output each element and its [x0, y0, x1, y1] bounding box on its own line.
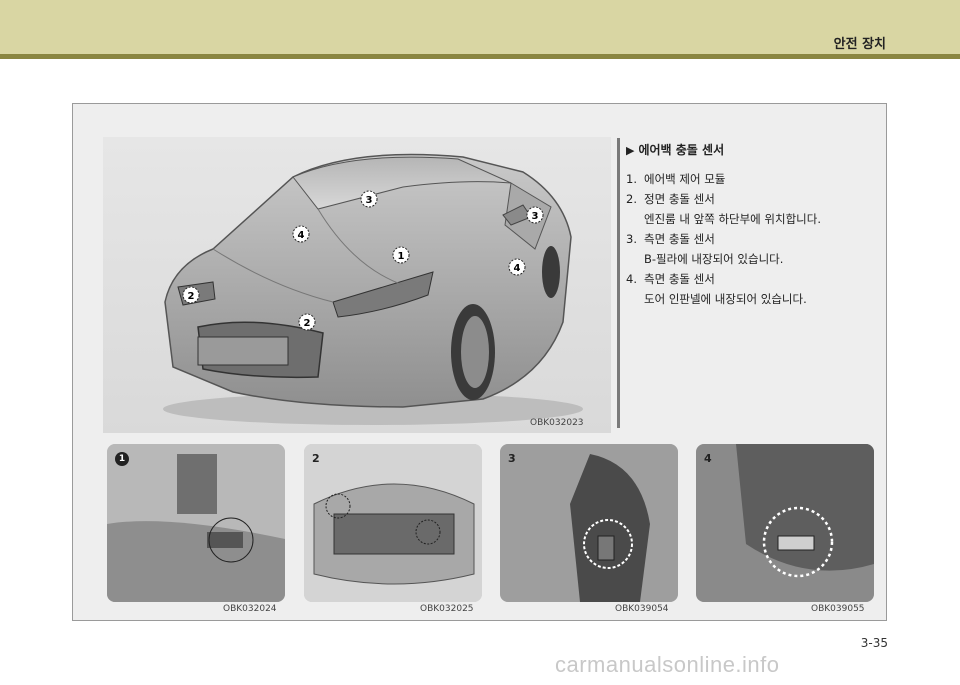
legend-title-text: 에어백 충돌 센서 — [638, 143, 725, 157]
thumbnail-number: 1 — [115, 452, 129, 466]
door-panel-drawing — [696, 444, 874, 602]
legend-item-number: 3. — [626, 232, 637, 246]
callout-4-door-label: 4 — [514, 263, 521, 274]
callout-2-center-label: 2 — [304, 318, 311, 329]
car-drawing: 3 4 1 3 4 2 2 — [163, 153, 583, 425]
legend-item-text: 측면 충돌 센서 — [644, 272, 715, 286]
thumbnail-front-sensor: 2 — [304, 444, 482, 602]
legend-item-text: 에어백 제어 모듈 — [644, 172, 726, 186]
thumbnail-code: OBK039055 — [811, 604, 865, 614]
callout-2-left-label: 2 — [188, 291, 195, 302]
thumbnail-code: OBK032025 — [420, 604, 474, 614]
legend-item-number: 4. — [626, 272, 637, 286]
thumbnail-number: 3 — [508, 452, 516, 465]
callout-4-door: 4 — [508, 258, 526, 276]
legend-item-detail: 도어 인판넬에 내장되어 있습니다. — [644, 292, 807, 306]
callout-3-top-label: 3 — [366, 195, 373, 206]
callout-3-top: 3 — [360, 190, 378, 208]
watermark: carmanualsonline.info — [555, 652, 780, 677]
figure-frame: 3 4 1 3 4 2 2 OBK032023 ▶ 에어백 충돌 센서 1. 에어백… — [72, 103, 887, 621]
legend: ▶ 에어백 충돌 센서 1. 에어백 제어 모듈 2. 정면 충돌 센서 엔진룸 내 … — [626, 140, 876, 309]
b-pillar-drawing — [500, 444, 678, 602]
legend-item: 4. 측면 충돌 센서 — [626, 269, 876, 289]
triangle-icon: ▶ — [626, 144, 635, 157]
callout-1: 1 — [392, 246, 410, 264]
legend-item-detail: B-필라에 내장되어 있습니다. — [644, 252, 784, 266]
header-divider — [0, 54, 960, 59]
legend-item: 3. 측면 충돌 센서 — [626, 229, 876, 249]
thumbnail-airbag-module: 1 — [107, 444, 285, 602]
callout-2-left: 2 — [182, 286, 200, 304]
car-illustration: 3 4 1 3 4 2 2 — [103, 137, 611, 433]
front-bumper-drawing — [304, 444, 482, 602]
console-drawing — [107, 444, 285, 602]
legend-item-text: 측면 충돌 센서 — [644, 232, 715, 246]
legend-divider — [617, 138, 620, 428]
section-title: 안전 장치 — [833, 37, 886, 52]
callout-4-hood: 4 — [292, 225, 310, 243]
thumbnail-code: OBK039054 — [615, 604, 669, 614]
thumbnail-b-pillar-sensor: 3 — [500, 444, 678, 602]
thumbnail-number: 2 — [312, 452, 320, 465]
callout-1-label: 1 — [398, 251, 405, 262]
thumbnail-number: 4 — [704, 452, 712, 465]
header-bar — [0, 0, 960, 54]
main-image-code: OBK032023 — [530, 418, 584, 428]
legend-item-number: 2. — [626, 192, 637, 206]
callout-4-hood-label: 4 — [298, 230, 305, 241]
callout-3-pillar: 3 — [526, 206, 544, 224]
legend-item-number: 1. — [626, 172, 637, 186]
legend-item-text: 정면 충돌 센서 — [644, 192, 715, 206]
legend-title: ▶ 에어백 충돌 센서 — [626, 140, 876, 161]
callout-3-pillar-label: 3 — [532, 211, 539, 222]
thumbnail-door-sensor: 4 — [696, 444, 874, 602]
legend-item: 2. 정면 충돌 센서 — [626, 189, 876, 209]
thumbnail-code: OBK032024 — [223, 604, 277, 614]
callout-2-center: 2 — [298, 313, 316, 331]
legend-item: 1. 에어백 제어 모듈 — [626, 169, 876, 189]
page-number: 3-35 — [860, 636, 888, 650]
legend-item-detail: 엔진룸 내 앞쪽 하단부에 위치합니다. — [644, 212, 821, 226]
